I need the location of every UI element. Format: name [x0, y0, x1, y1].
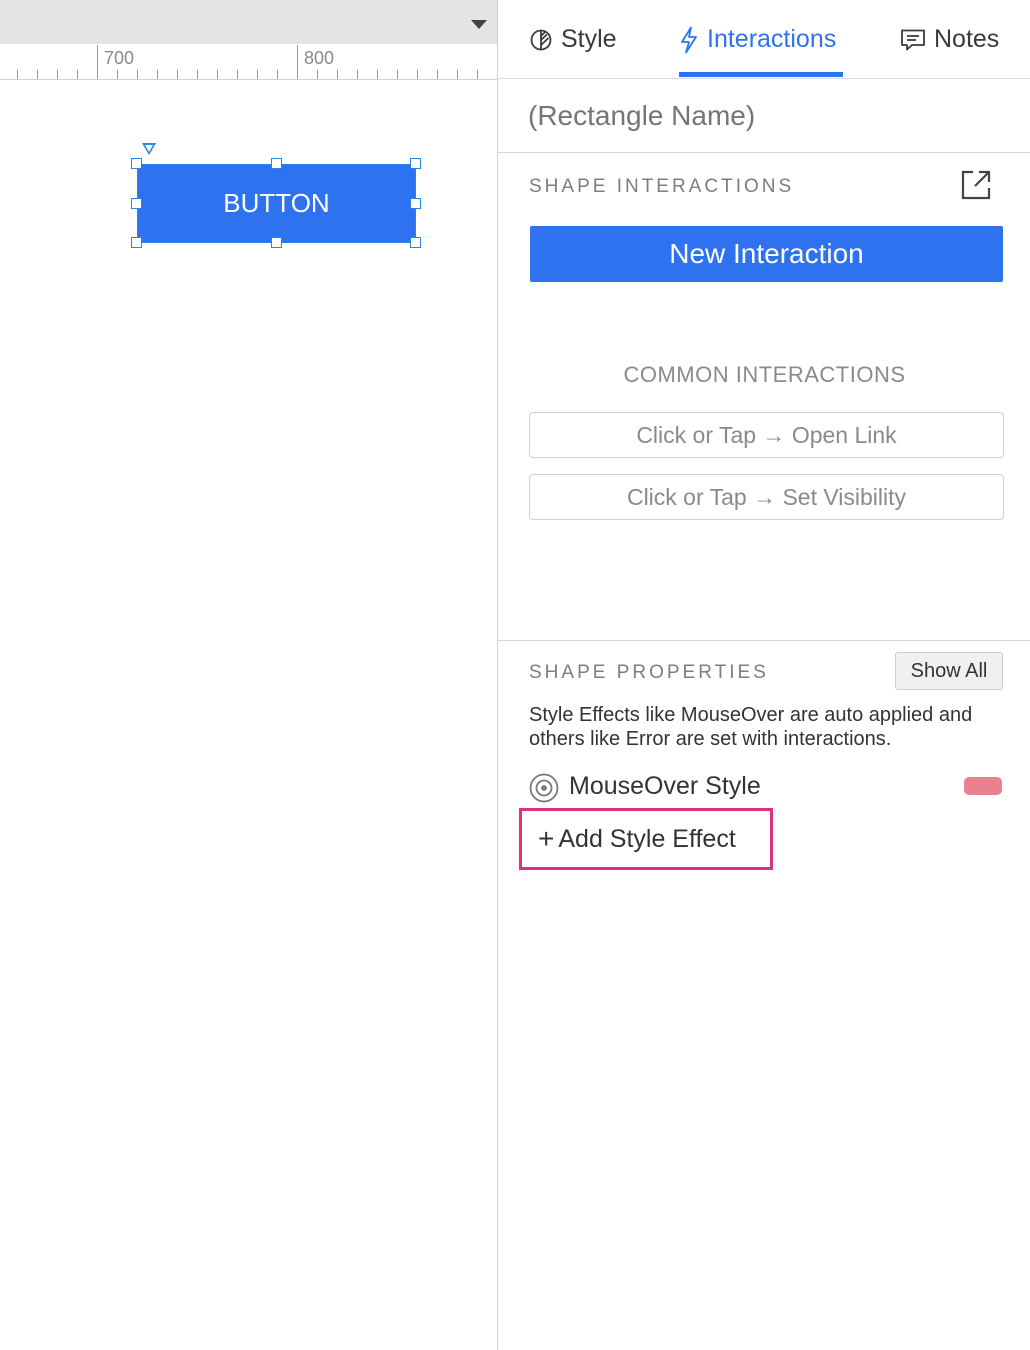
- ruler-label: 800: [304, 48, 335, 68]
- mouseover-color-swatch[interactable]: [964, 777, 1002, 795]
- widget-marker-icon: [142, 143, 156, 155]
- canvas-toolbar: [0, 0, 497, 44]
- target-ring-icon: [529, 773, 559, 808]
- ruler-minor-tick: [257, 70, 258, 79]
- inspector-panel: Style Interactions Notes SHAPE INTERA: [497, 0, 1030, 1350]
- new-interaction-button[interactable]: New Interaction: [530, 226, 1003, 282]
- ruler-minor-tick: [217, 70, 218, 79]
- notes-comment-icon: [900, 28, 926, 52]
- ruler-minor-tick: [357, 70, 358, 79]
- popout-icon[interactable]: [960, 169, 992, 206]
- ruler-major-tick: [297, 45, 298, 79]
- divider: [498, 640, 1030, 641]
- add-style-effect-button[interactable]: + Add Style Effect: [519, 808, 773, 870]
- mouseover-style-row[interactable]: MouseOver Style: [529, 770, 1004, 806]
- tab-notes[interactable]: Notes: [900, 0, 999, 79]
- show-all-button[interactable]: Show All: [895, 652, 1003, 690]
- tab-interactions[interactable]: Interactions: [679, 0, 836, 79]
- ruler-minor-tick: [77, 70, 78, 79]
- tab-style[interactable]: Style: [529, 0, 617, 79]
- common-interaction-set-visibility[interactable]: Click or Tap → Set Visibility: [529, 474, 1004, 520]
- canvas-area[interactable]: 700 800 BUTTON: [0, 0, 498, 1350]
- ruler-minor-tick: [197, 70, 198, 79]
- ruler-minor-tick: [277, 70, 278, 79]
- ruler-minor-tick: [317, 70, 318, 79]
- ruler-minor-tick: [237, 70, 238, 79]
- inspector-tabs: Style Interactions Notes: [498, 0, 1030, 79]
- canvas-button-widget[interactable]: BUTTON: [137, 164, 416, 243]
- resize-handle[interactable]: [271, 237, 282, 248]
- ruler-major-tick: [97, 45, 98, 79]
- resize-handle[interactable]: [410, 158, 421, 169]
- tab-notes-label: Notes: [934, 25, 1000, 53]
- common-interactions-title: COMMON INTERACTIONS: [623, 362, 906, 387]
- canvas-button-label: BUTTON: [223, 188, 330, 218]
- shape-properties-title: SHAPE PROPERTIES: [529, 662, 769, 683]
- ruler-minor-tick: [417, 70, 418, 79]
- common-interaction-open-link[interactable]: Click or Tap → Open Link: [529, 412, 1004, 458]
- plus-icon: +: [538, 823, 555, 854]
- resize-handle[interactable]: [131, 198, 142, 209]
- mouseover-style-label: MouseOver Style: [569, 772, 761, 800]
- resize-handle[interactable]: [410, 237, 421, 248]
- ruler-minor-tick: [37, 70, 38, 79]
- add-style-effect-label: Add Style Effect: [558, 824, 736, 853]
- resize-handle[interactable]: [131, 158, 142, 169]
- lightning-icon: [679, 26, 699, 54]
- tab-interactions-label: Interactions: [707, 25, 837, 53]
- ruler-minor-tick: [437, 70, 438, 79]
- ruler-minor-tick: [157, 70, 158, 79]
- horizontal-ruler: 700 800: [0, 44, 498, 80]
- divider: [498, 152, 1030, 153]
- ruler-minor-tick: [57, 70, 58, 79]
- resize-handle[interactable]: [271, 158, 282, 169]
- shape-interactions-title: SHAPE INTERACTIONS: [529, 176, 795, 197]
- active-tab-indicator: [679, 72, 843, 77]
- ruler-minor-tick: [17, 70, 18, 79]
- style-leaf-icon: [529, 28, 553, 52]
- chevron-down-icon[interactable]: [471, 20, 487, 29]
- resize-handle[interactable]: [131, 237, 142, 248]
- resize-handle[interactable]: [410, 198, 421, 209]
- shape-name-input[interactable]: [528, 100, 1008, 132]
- ruler-minor-tick: [117, 70, 118, 79]
- ruler-minor-tick: [477, 70, 478, 79]
- ruler-minor-tick: [137, 70, 138, 79]
- ruler-label: 700: [104, 48, 135, 68]
- ruler-minor-tick: [397, 70, 398, 79]
- ruler-minor-tick: [177, 70, 178, 79]
- ruler-minor-tick: [337, 70, 338, 79]
- ruler-minor-tick: [377, 70, 378, 79]
- ruler-minor-tick: [457, 70, 458, 79]
- tab-style-label: Style: [561, 25, 617, 53]
- properties-description: Style Effects like MouseOver are auto ap…: [529, 704, 973, 750]
